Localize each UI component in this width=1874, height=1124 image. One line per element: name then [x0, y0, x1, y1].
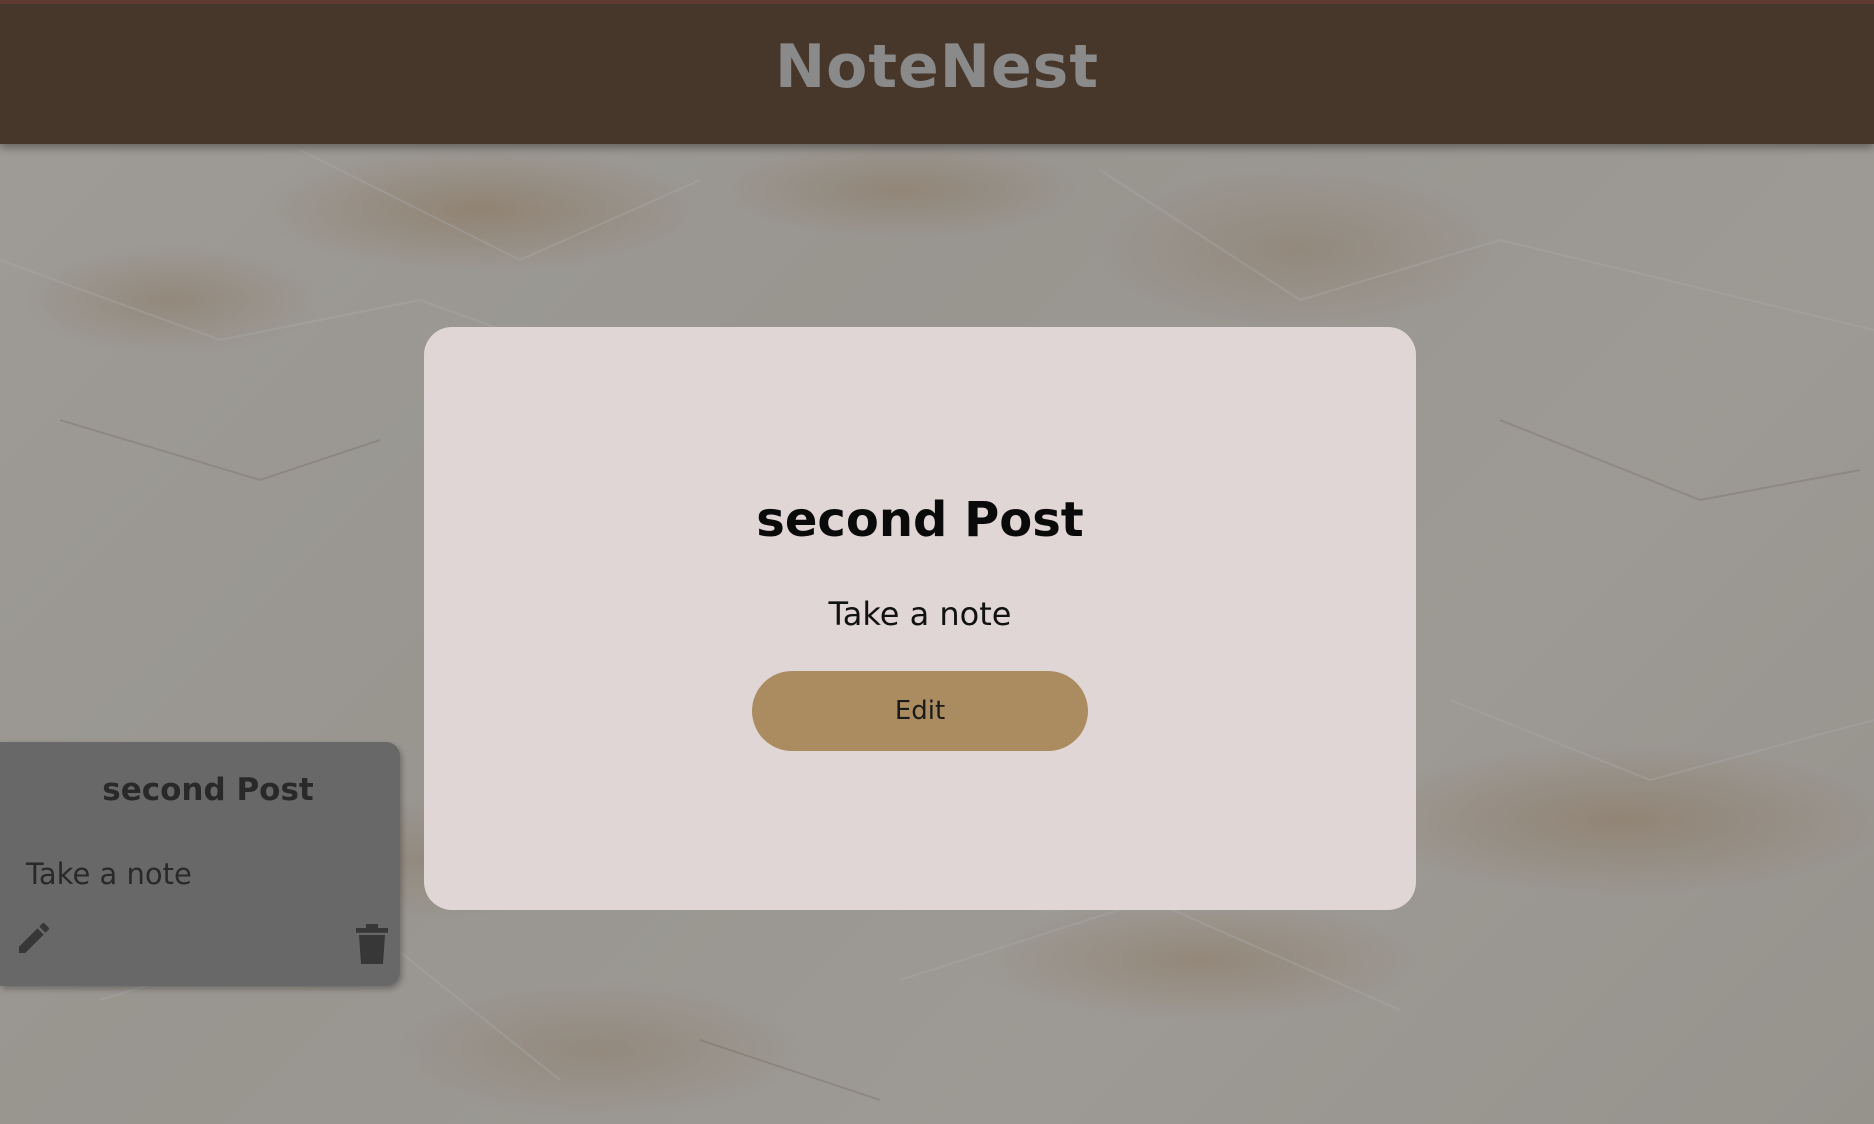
note-modal: second Post Take a note Edit [424, 327, 1416, 910]
edit-button[interactable]: Edit [752, 671, 1088, 751]
app-header: NoteNest [0, 0, 1874, 144]
modal-title: second Post [756, 492, 1084, 548]
modal-body: Take a note [828, 595, 1012, 633]
app-title: NoteNest [774, 32, 1100, 102]
